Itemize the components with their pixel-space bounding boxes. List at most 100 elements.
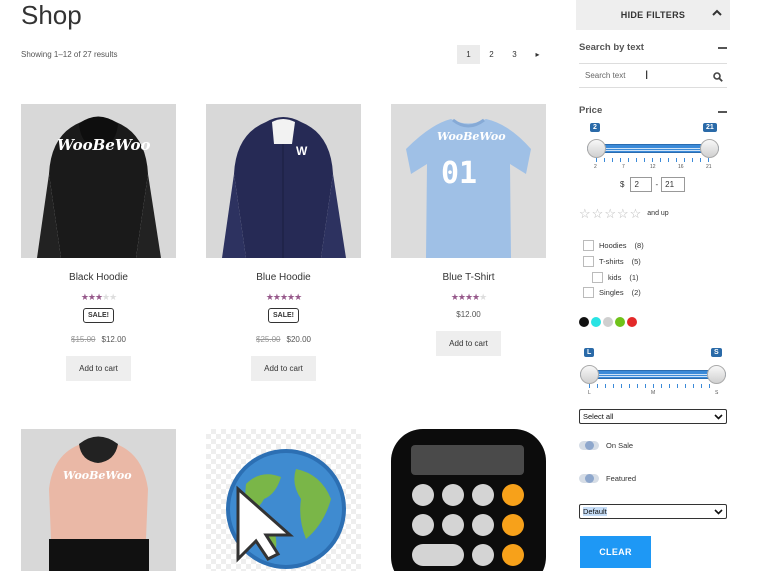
category-label: Hoodies	[599, 241, 627, 250]
hoodie-logo: WooBeWoo	[63, 469, 132, 482]
collapse-search-icon[interactable]	[718, 47, 727, 49]
product-image[interactable]: WooBeWoo	[21, 104, 176, 258]
price-min-tag: 2	[590, 123, 600, 132]
rating-stars: ★★★★★	[450, 292, 487, 302]
on-sale-toggle[interactable]: On Sale	[579, 441, 633, 450]
category-count: (8)	[634, 241, 644, 250]
category-checkbox[interactable]	[592, 272, 603, 283]
star-icon[interactable]: ☆	[630, 207, 642, 220]
product-price: $25.00 $20.00	[256, 335, 311, 344]
featured-label: Featured	[606, 474, 637, 483]
color-swatch[interactable]	[579, 317, 589, 327]
size-min-tag: L	[584, 348, 595, 357]
product-name[interactable]: Black Hoodie	[21, 272, 176, 283]
clear-button[interactable]: CLEAR	[580, 536, 651, 568]
on-sale-label: On Sale	[606, 441, 634, 450]
category-checkbox[interactable]	[583, 256, 594, 267]
add-to-cart-button[interactable]: Add to cart	[251, 356, 316, 381]
price-tick-label: 16	[678, 164, 684, 170]
next-page-icon[interactable]: ▸	[526, 45, 549, 64]
featured-toggle[interactable]: Featured	[579, 474, 636, 483]
star-icon[interactable]: ☆	[579, 207, 591, 220]
product-card	[206, 429, 361, 571]
hide-filters-button[interactable]: HIDE FILTERS	[576, 0, 730, 30]
size-ticks	[589, 384, 717, 388]
currency-label: $	[620, 180, 625, 189]
price-ticks	[596, 158, 710, 162]
category-count: (2)	[631, 288, 641, 297]
star-icon[interactable]: ☆	[604, 207, 616, 220]
text-cursor-icon: I	[645, 68, 649, 82]
price-max-handle[interactable]	[700, 139, 719, 158]
pagination: 1 2 3 ▸	[457, 45, 549, 64]
add-to-cart-button[interactable]: Add to cart	[436, 331, 501, 356]
size-min-handle[interactable]	[580, 365, 599, 384]
size-tick-label: M	[651, 390, 656, 396]
color-swatch[interactable]	[615, 317, 625, 327]
chevron-down-icon	[714, 507, 723, 518]
category-label: Singles	[599, 288, 624, 297]
search-heading: Search by text	[579, 42, 644, 53]
category-label: T-shirts	[599, 257, 624, 266]
category-checkbox[interactable]	[583, 287, 594, 298]
product-card: WooBeWoo	[21, 429, 176, 571]
price-max-tag: 21	[703, 123, 717, 132]
attribute-select[interactable]: Select all	[579, 409, 727, 424]
toggle-switch[interactable]	[579, 474, 599, 483]
category-item[interactable]: kids (1)	[592, 272, 639, 283]
product-image[interactable]: W	[206, 104, 361, 258]
rating-filter[interactable]: ☆ ☆ ☆ ☆ ☆ and up	[579, 207, 669, 220]
tshirt-number: 01	[441, 156, 478, 191]
search-icon[interactable]	[713, 69, 725, 82]
color-swatches	[579, 317, 639, 327]
color-swatch[interactable]	[591, 317, 601, 327]
color-swatch[interactable]	[627, 317, 637, 327]
price-heading: Price	[579, 105, 603, 116]
category-count: (1)	[629, 273, 639, 282]
product-card: WooBeWoo 01 Blue T-Shirt ★★★★★ $12.00 Ad…	[391, 104, 546, 356]
category-count: (5)	[631, 257, 641, 266]
add-to-cart-button[interactable]: Add to cart	[66, 356, 131, 381]
color-swatch[interactable]	[603, 317, 613, 327]
page-1[interactable]: 1	[457, 45, 480, 64]
calculator-icon[interactable]	[391, 429, 546, 571]
globe-cursor-icon[interactable]	[206, 429, 361, 571]
product-card	[391, 429, 546, 571]
category-item[interactable]: Hoodies (8)	[583, 240, 644, 251]
size-max-tag: S	[711, 348, 722, 357]
chevron-down-icon	[714, 412, 723, 423]
size-slider-track	[580, 370, 726, 379]
hoodie-logo: WooBeWoo	[57, 136, 151, 154]
product-name[interactable]: Blue T-Shirt	[391, 272, 546, 283]
sale-badge: SALE!	[268, 308, 299, 323]
category-label: kids	[608, 273, 622, 282]
price-range-inputs: $ -	[620, 177, 686, 192]
sort-select[interactable]: Default	[579, 504, 727, 519]
product-card: W Blue Hoodie ★★★★★ SALE! $25.00 $20.00 A…	[206, 104, 361, 381]
search-input[interactable]: Search text	[579, 63, 727, 88]
toggle-switch[interactable]	[579, 441, 599, 450]
hide-filters-label: HIDE FILTERS	[620, 10, 686, 20]
category-checkbox[interactable]	[583, 240, 594, 251]
size-max-handle[interactable]	[707, 365, 726, 384]
product-image[interactable]: WooBeWoo 01	[391, 104, 546, 258]
results-count: Showing 1–12 of 27 results	[21, 50, 118, 59]
page-2[interactable]: 2	[480, 45, 503, 64]
star-icon[interactable]: ☆	[617, 207, 629, 220]
category-item[interactable]: Singles (2)	[583, 287, 641, 298]
chevron-up-icon	[712, 8, 722, 21]
product-name[interactable]: Blue Hoodie	[206, 272, 361, 283]
collapse-price-icon[interactable]	[718, 111, 727, 113]
price-min-input[interactable]	[630, 177, 653, 192]
sale-badge: SALE!	[83, 308, 114, 323]
price-min-handle[interactable]	[587, 139, 606, 158]
page-3[interactable]: 3	[503, 45, 526, 64]
price-max-input[interactable]	[661, 177, 686, 192]
product-price: $15.00 $12.00	[71, 335, 126, 344]
price-tick-label: 21	[706, 164, 712, 170]
star-icon[interactable]: ☆	[592, 207, 604, 220]
product-image[interactable]: WooBeWoo	[21, 429, 176, 571]
price-tick-label: 2	[594, 164, 597, 170]
category-item[interactable]: T-shirts (5)	[583, 256, 641, 267]
rating-stars: ★★★★★	[80, 292, 117, 302]
